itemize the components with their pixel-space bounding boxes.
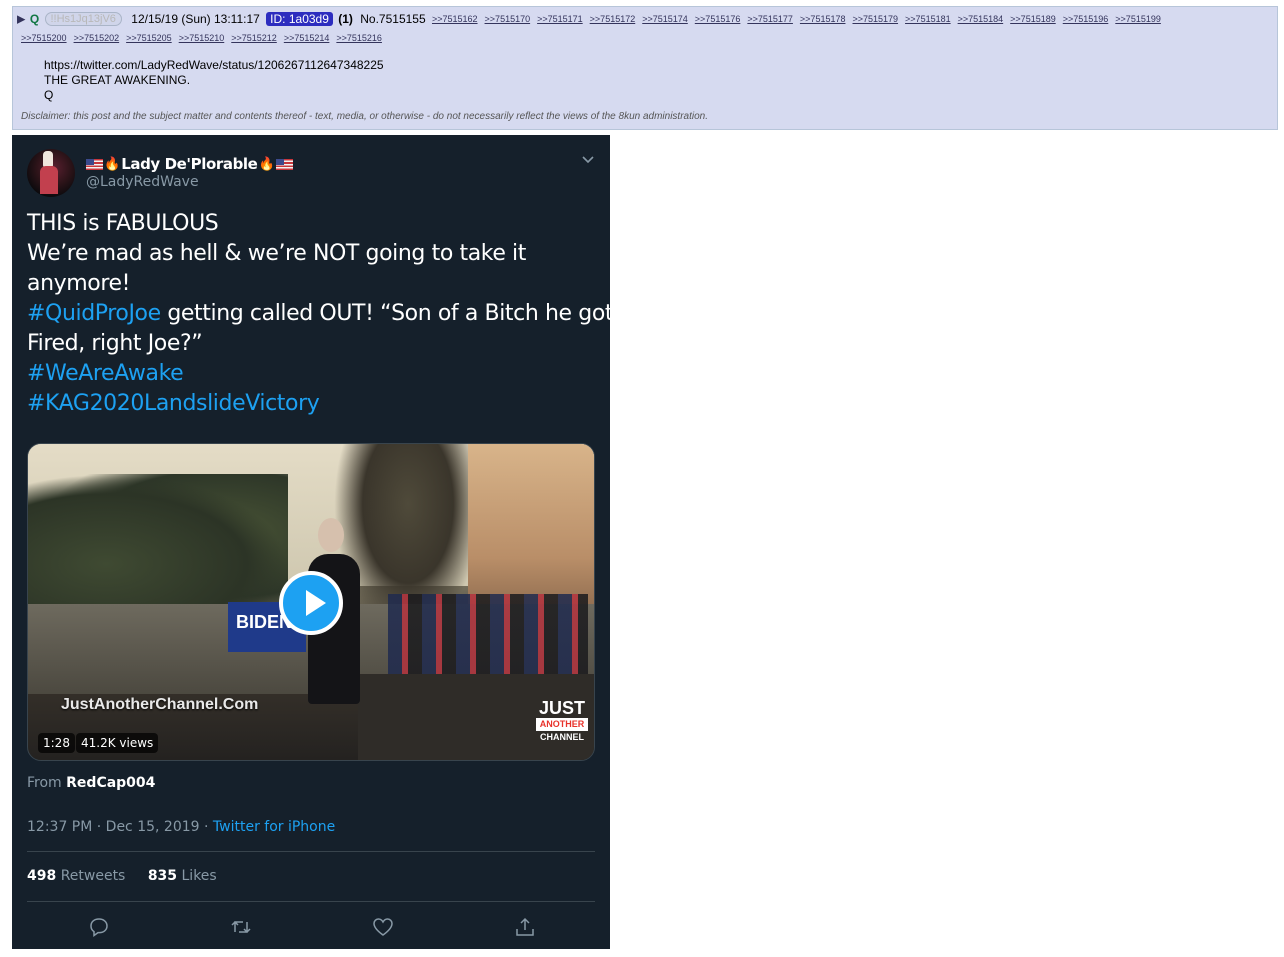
poster-name: Q — [29, 12, 40, 27]
tweet-line-text: getting called OUT! “Son of a Bitch he g… — [160, 301, 614, 326]
board-post: ▶ Q !!Hs1Jq13jV6 12/15/19 (Sun) 13:11:17… — [12, 6, 1278, 130]
retweets-label: Retweets — [60, 868, 126, 884]
video-watermark: JustAnotherChannel.Com — [61, 696, 259, 713]
backlink[interactable]: >>7515189 — [1010, 14, 1056, 24]
video-views: 41.2K views — [76, 733, 159, 753]
tripcode: !!Hs1Jq13jV6 — [44, 12, 122, 27]
backlinks-row-2: >>7515200 >>7515202 >>7515205 >>7515210 >>75… — [21, 33, 389, 43]
tweet-text: THIS is FABULOUS We’re mad as hell & we’… — [27, 209, 614, 419]
hashtag-link[interactable]: #WeAreAwake — [27, 361, 184, 386]
tweet-timestamp[interactable]: 12:37 PM · Dec 15, 2019 · — [27, 819, 208, 835]
video-frame-crowd — [388, 594, 588, 684]
avatar-figure-shape — [40, 166, 58, 194]
backlink[interactable]: >>7515200 — [21, 33, 67, 43]
share-icon[interactable] — [513, 915, 537, 939]
divider — [27, 901, 595, 902]
backlink[interactable]: >>7515214 — [284, 33, 330, 43]
tweet-actions — [27, 911, 595, 941]
backlink[interactable]: >>7515178 — [800, 14, 846, 24]
post-datetime: 12/15/19 (Sun) 13:11:17 — [131, 12, 260, 27]
backlink[interactable]: >>7515171 — [537, 14, 583, 24]
tweet-line: We’re mad as hell & we’re NOT going to t… — [27, 239, 595, 269]
channel-logo-line: ANOTHER — [536, 718, 588, 731]
hashtag-link[interactable]: #KAG2020LandslideVictory — [27, 391, 320, 416]
backlink[interactable]: >>7515176 — [695, 14, 741, 24]
reply-icon[interactable] — [87, 915, 111, 939]
us-flag-icon — [86, 158, 103, 170]
video-player[interactable]: BIDEN JustAnotherChannel.Com JUST ANOTHE… — [27, 443, 595, 761]
backlink[interactable]: >>7515196 — [1063, 14, 1109, 24]
media-attribution: From RedCap004 — [27, 775, 155, 791]
divider — [27, 851, 595, 852]
backlink[interactable]: >>7515184 — [958, 14, 1004, 24]
display-name[interactable]: 🔥Lady De'Plorable🔥 — [86, 155, 293, 173]
backlink[interactable]: >>7515202 — [74, 33, 120, 43]
backlink[interactable]: >>7515170 — [485, 14, 531, 24]
tweet-line-text: anymore! — [27, 271, 131, 296]
post-menu-arrow-icon[interactable]: ▶ — [17, 13, 25, 25]
tweet-line: #QuidProJoe getting called OUT! “Son of … — [27, 299, 614, 329]
us-flag-icon — [275, 158, 293, 170]
poster-id-badge[interactable]: ID: 1a03d9 — [266, 12, 333, 27]
tweet-line-text: We’re mad as hell & we’re NOT going to t… — [27, 241, 526, 266]
hashtag-link[interactable]: #QuidProJoe — [27, 301, 161, 326]
backlinks-row-1: >>7515162 >>7515170 >>7515171 >>7515172 >>75… — [432, 14, 1161, 24]
from-user-link[interactable]: RedCap004 — [66, 775, 155, 791]
post-number-link[interactable]: No.7515155 — [360, 12, 425, 26]
backlink[interactable]: >>7515205 — [126, 33, 172, 43]
backlink[interactable]: >>7515172 — [590, 14, 636, 24]
display-name-text: Lady De'Plorable — [121, 155, 258, 173]
video-duration: 1:28 — [38, 733, 75, 753]
tweet-line: Fired, right Joe?” — [27, 329, 595, 359]
tweet-line: anymore! — [27, 269, 595, 299]
fire-icon: 🔥 — [104, 156, 121, 172]
backlink[interactable]: >>7515181 — [905, 14, 951, 24]
backlink[interactable]: >>7515216 — [336, 33, 382, 43]
post-body-link[interactable]: https://twitter.com/LadyRedWave/status/1… — [44, 58, 384, 73]
channel-logo-line: JUST — [538, 698, 585, 718]
post-body: https://twitter.com/LadyRedWave/status/1… — [44, 58, 384, 103]
tweet-metadata: 12:37 PM · Dec 15, 2019 · Twitter for iP… — [27, 819, 335, 835]
avatar[interactable] — [27, 149, 75, 197]
tweet-line: #WeAreAwake — [27, 359, 595, 389]
likes-label: Likes — [181, 868, 217, 884]
backlink[interactable]: >>7515174 — [642, 14, 688, 24]
likes-count: 835 — [147, 868, 178, 884]
backlink[interactable]: >>7515199 — [1115, 14, 1161, 24]
likes-stat[interactable]: 835 Likes — [148, 868, 217, 884]
from-label: From — [27, 775, 62, 791]
play-button-icon[interactable] — [279, 571, 343, 635]
tweet-stats: 498 Retweets 835 Likes — [27, 868, 217, 884]
retweets-count: 498 — [27, 868, 57, 884]
like-icon[interactable] — [371, 915, 395, 939]
post-body-line: THE GREAT AWAKENING. — [44, 73, 191, 87]
user-handle[interactable]: @LadyRedWave — [86, 174, 199, 190]
post-header: ▶ Q !!Hs1Jq13jV6 12/15/19 (Sun) 13:11:17… — [17, 12, 1275, 27]
channel-logo: JUST ANOTHER CHANNEL — [536, 698, 588, 744]
tweet-embed: 🔥Lady De'Plorable🔥 @LadyRedWave THIS is … — [12, 135, 614, 949]
backlink[interactable]: >>7515210 — [179, 33, 225, 43]
tweet-line-text: THIS is FABULOUS — [27, 211, 219, 236]
chevron-down-icon[interactable] — [581, 153, 595, 169]
tweet-line-text: Fired, right Joe?” — [27, 331, 203, 356]
backlink[interactable]: >>7515179 — [852, 14, 898, 24]
channel-logo-line: CHANNEL — [540, 732, 584, 742]
retweets-stat[interactable]: 498 Retweets — [27, 868, 125, 884]
backlink[interactable]: >>7515177 — [747, 14, 793, 24]
tweet-line: THIS is FABULOUS — [27, 209, 595, 239]
poster-post-count: (1) — [338, 12, 353, 27]
tweet-line: #KAG2020LandslideVictory — [27, 389, 595, 419]
tweet-source-link[interactable]: Twitter for iPhone — [213, 819, 335, 835]
post-body-signature: Q — [44, 88, 54, 102]
post-disclaimer: Disclaimer: this post and the subject ma… — [21, 111, 708, 122]
avatar-hand-shape — [43, 151, 53, 167]
fire-icon: 🔥 — [258, 156, 275, 172]
video-frame-speaker-head — [318, 518, 344, 552]
backlink[interactable]: >>7515162 — [432, 14, 478, 24]
retweet-icon[interactable] — [229, 915, 253, 939]
backlink[interactable]: >>7515212 — [231, 33, 277, 43]
